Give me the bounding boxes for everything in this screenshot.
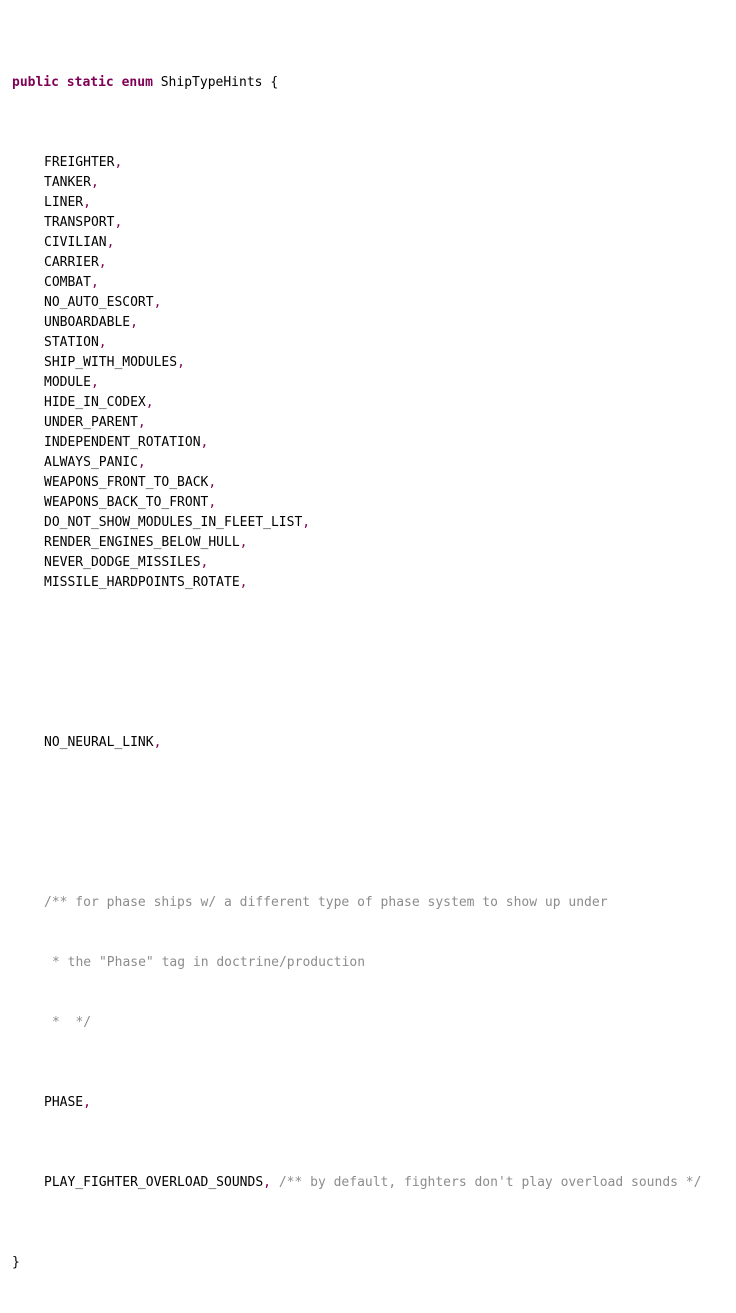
enum-constant-line: CIVILIAN, (12, 233, 701, 253)
enum-constant-line: WEAPONS_FRONT_TO_BACK, (12, 473, 701, 493)
enum-constant-line: SHIP_WITH_MODULES, (12, 353, 701, 373)
comma: , (208, 495, 217, 510)
enum-constant: MODULE (44, 375, 91, 390)
enum-constant-line: FREIGHTER, (12, 153, 701, 173)
comma: , (263, 1175, 271, 1190)
enum-constant: CARRIER (44, 255, 99, 270)
keyword-static: static (66, 75, 114, 90)
enum-constant-line: RENDER_ENGINES_BELOW_HULL, (12, 533, 701, 553)
comma: , (208, 475, 217, 490)
trailing-comment: /** by default, fighters don't play over… (278, 1175, 702, 1190)
enum-constant-line: INDEPENDENT_ROTATION, (12, 433, 701, 453)
enum-constant-line: TRANSPORT, (12, 213, 701, 233)
enum-constant-line: NO_AUTO_ESCORT, (12, 293, 701, 313)
open-brace: { (270, 75, 279, 90)
enum-constant-line: PHASE, (12, 1093, 701, 1113)
enum-constant: STATION (44, 335, 99, 350)
comma: , (239, 535, 248, 550)
doc-comment-line: * the "Phase" tag in doctrine/production (12, 953, 701, 973)
enum-close-line: } (12, 1253, 701, 1273)
enum-constant: FREIGHTER (44, 155, 115, 170)
comma: , (90, 375, 99, 390)
comma: , (106, 235, 115, 250)
enum-constant: NO_AUTO_ESCORT (44, 295, 154, 310)
enum-constant: CIVILIAN (44, 235, 107, 250)
comma: , (130, 315, 138, 330)
comma: , (90, 275, 99, 290)
comma: , (83, 195, 91, 210)
enum-constant: WEAPONS_BACK_TO_FRONT (44, 495, 209, 510)
enum-constant: TANKER (44, 175, 91, 190)
enum-constant-line: LINER, (12, 193, 701, 213)
enum-constant-line: COMBAT, (12, 273, 701, 293)
comma: , (137, 455, 146, 470)
comma: , (302, 515, 311, 530)
enum-constant-line: STATION, (12, 333, 701, 353)
enum-constant: LINER (44, 195, 84, 210)
enum-constant-line: MODULE, (12, 373, 701, 393)
enum-declaration-line: public static enum ShipTypeHints { (12, 73, 701, 93)
enum-constant-line: MISSILE_HARDPOINTS_ROTATE, (12, 573, 701, 593)
doc-comment-text: * */ (52, 1015, 92, 1030)
enum-constant-line: WEAPONS_BACK_TO_FRONT, (12, 493, 701, 513)
enum-constant: UNBOARDABLE (44, 315, 131, 330)
comma: , (145, 395, 154, 410)
enum-name: ShipTypeHints (160, 75, 263, 90)
comma: , (153, 295, 162, 310)
enum-constant: NEVER_DODGE_MISSILES (44, 555, 201, 570)
enum-constant: PLAY_FIGHTER_OVERLOAD_SOUNDS (44, 1175, 264, 1190)
keyword-enum: enum (121, 75, 153, 90)
enum-constant: PHASE (44, 1095, 84, 1110)
enum-constant: COMBAT (44, 275, 91, 290)
enum-constant-line: CARRIER, (12, 253, 701, 273)
keyword-public: public (12, 75, 59, 90)
comma: , (200, 555, 209, 570)
comma: , (114, 215, 123, 230)
enum-constant: WEAPONS_FRONT_TO_BACK (44, 475, 209, 490)
comma: , (90, 175, 99, 190)
close-brace: } (12, 1255, 20, 1270)
enum-constant-line: TANKER, (12, 173, 701, 193)
enum-constant: DO_NOT_SHOW_MODULES_IN_FLEET_LIST (44, 515, 303, 530)
enum-constant: ALWAYS_PANIC (44, 455, 138, 470)
enum-constant-line: HIDE_IN_CODEX, (12, 393, 701, 413)
enum-constant-line: UNDER_PARENT, (12, 413, 701, 433)
enum-constants-group: FREIGHTER, TANKER, LINER, TRANSPORT, CIVILIA… (12, 153, 701, 593)
enum-constant-line: PLAY_FIGHTER_OVERLOAD_SOUNDS, /** by def… (12, 1173, 701, 1193)
comma: , (239, 575, 248, 590)
comma: , (83, 1095, 91, 1110)
doc-comment-text: /** for phase ships w/ a different type … (44, 895, 608, 910)
code-listing: public static enum ShipTypeHints { FREIG… (12, 13, 701, 1313)
enum-constant-line: ALWAYS_PANIC, (12, 453, 701, 473)
enum-constant-line: DO_NOT_SHOW_MODULES_IN_FLEET_LIST, (12, 513, 701, 533)
enum-constant: RENDER_ENGINES_BELOW_HULL (44, 535, 240, 550)
comma: , (200, 435, 209, 450)
enum-constant: NO_NEURAL_LINK (44, 735, 154, 750)
enum-constant: SHIP_WITH_MODULES (44, 355, 178, 370)
enum-constant: UNDER_PARENT (44, 415, 138, 430)
enum-constant-line: NEVER_DODGE_MISSILES, (12, 553, 701, 573)
doc-comment-text: * the "Phase" tag in doctrine/production (52, 955, 366, 970)
enum-constant-line: UNBOARDABLE, (12, 313, 701, 333)
enum-constant-line: NO_NEURAL_LINK, (12, 733, 701, 753)
comma: , (98, 255, 107, 270)
enum-constant: INDEPENDENT_ROTATION (44, 435, 201, 450)
enum-constant: MISSILE_HARDPOINTS_ROTATE (44, 575, 240, 590)
comma: , (114, 155, 123, 170)
enum-constant: HIDE_IN_CODEX (44, 395, 146, 410)
doc-comment-line: /** for phase ships w/ a different type … (12, 893, 701, 913)
comma: , (153, 735, 162, 750)
doc-comment-line: * */ (12, 1013, 701, 1033)
comma: , (137, 415, 146, 430)
enum-constant: TRANSPORT (44, 215, 115, 230)
comma: , (177, 355, 185, 370)
comma: , (98, 335, 107, 350)
